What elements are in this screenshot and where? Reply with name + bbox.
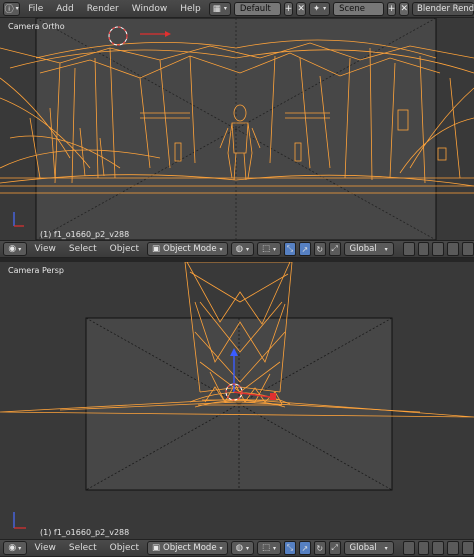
- remove-screen-button[interactable]: ✕: [296, 1, 306, 16]
- axis-gizmo: [13, 212, 24, 227]
- viewport-view-label: Camera Persp: [8, 266, 64, 275]
- chevron-down-icon: ▾: [245, 245, 249, 253]
- chevron-down-icon: ▾: [219, 544, 223, 552]
- editor-type-button[interactable]: ⓘ ▾: [3, 1, 21, 16]
- editor-type-button[interactable]: ◉ ▾: [3, 541, 27, 555]
- menu-help[interactable]: Help: [175, 0, 206, 18]
- layer-button[interactable]: [417, 541, 430, 555]
- render-engine-dropdown[interactable]: Blender Render: [412, 1, 474, 16]
- layer-button[interactable]: [432, 541, 445, 555]
- info-icon: ⓘ: [4, 5, 14, 15]
- scene-name: Scene: [339, 3, 366, 14]
- pivot-dropdown[interactable]: ⬚ ▾: [257, 242, 282, 256]
- scene-dropdown[interactable]: ✦ ▾: [308, 1, 331, 16]
- view3d-icon: ◉: [8, 543, 17, 553]
- menu-file[interactable]: File: [23, 0, 48, 18]
- layer-button[interactable]: [417, 242, 430, 256]
- chevron-down-icon: ▾: [18, 544, 22, 552]
- top-3d-viewport[interactable]: Camera Ortho (1) f1_o1660_p2_v288: [0, 18, 474, 240]
- layout-grid-icon: ▦: [212, 3, 221, 14]
- orientation-dropdown[interactable]: Global ▾: [343, 541, 394, 555]
- editor-type-button[interactable]: ◉ ▾: [3, 242, 27, 256]
- scene-field[interactable]: Scene: [333, 1, 384, 16]
- add-screen-button[interactable]: +: [283, 1, 294, 16]
- viewport-object-label: (1) f1_o1660_p2_v288: [40, 230, 130, 239]
- menu-window[interactable]: Window: [127, 0, 173, 18]
- layer-button[interactable]: [447, 242, 460, 256]
- chevron-down-icon: ▾: [384, 245, 388, 253]
- orientation-label: Global: [349, 244, 377, 254]
- render-engine-label: Blender Render: [417, 3, 474, 14]
- screen-layout-dropdown[interactable]: ▦ ▾: [208, 1, 231, 16]
- chevron-down-icon: ▾: [219, 245, 223, 253]
- pivot-icon: ⬚: [262, 543, 271, 553]
- mode-label: Object Mode: [163, 543, 217, 553]
- viewport-view-label: Camera Ortho: [8, 22, 65, 31]
- menu-select[interactable]: Select: [64, 540, 102, 556]
- menu-object[interactable]: Object: [105, 241, 144, 257]
- layer-button[interactable]: [462, 242, 474, 256]
- chevron-down-icon: ▾: [245, 544, 249, 552]
- orientation-dropdown[interactable]: Global ▾: [343, 242, 394, 256]
- orientation-label: Global: [349, 543, 377, 553]
- axis-gizmo: [13, 512, 26, 529]
- pivot-dropdown[interactable]: ⬚ ▾: [257, 541, 282, 555]
- shading-icon: ◍: [235, 244, 243, 254]
- persp-scene-drawing: [0, 262, 474, 529]
- chevron-down-icon: ▾: [18, 245, 22, 253]
- chevron-down-icon: ▾: [323, 5, 327, 12]
- ortho-scene-drawing: [0, 18, 474, 240]
- translate-icon[interactable]: ↗: [298, 541, 311, 555]
- top-view-header: ◉ ▾ View Select Object ▣ Object Mode ▾ ◍…: [0, 240, 474, 258]
- scale-icon[interactable]: ⤢: [328, 541, 341, 555]
- bottom-view-header: ◉ ▾ View Select Object ▣ Object Mode ▾ ◍…: [0, 539, 474, 557]
- mode-label: Object Mode: [163, 244, 217, 254]
- layer-button[interactable]: [432, 242, 445, 256]
- manipulator-toggle-icon[interactable]: ⤡: [284, 242, 296, 256]
- object-mode-icon: ▣: [151, 543, 160, 553]
- chevron-down-icon: ▾: [273, 245, 277, 253]
- manipulator-toggle-icon[interactable]: ⤡: [284, 541, 296, 555]
- info-header: ⓘ ▾ File Add Render Window Help ▦ ▾ Defau…: [0, 0, 474, 18]
- chevron-down-icon: ▾: [384, 544, 388, 552]
- menu-add[interactable]: Add: [51, 0, 78, 18]
- rotate-icon[interactable]: ↻: [313, 242, 326, 256]
- layer-button[interactable]: [447, 541, 460, 555]
- layer-button[interactable]: [402, 541, 415, 555]
- mode-dropdown[interactable]: ▣ Object Mode ▾: [146, 242, 228, 256]
- add-scene-button[interactable]: +: [386, 1, 397, 16]
- screen-layout-name: Default: [239, 3, 271, 14]
- object-mode-icon: ▣: [151, 244, 160, 254]
- chevron-down-icon: ▾: [15, 5, 19, 12]
- menu-object[interactable]: Object: [105, 540, 144, 556]
- shading-dropdown[interactable]: ◍ ▾: [230, 242, 254, 256]
- chevron-down-icon: ▾: [223, 5, 227, 12]
- menu-view[interactable]: View: [30, 540, 61, 556]
- pivot-icon: ⬚: [262, 244, 271, 254]
- viewport-object-label: (1) f1_o1660_p2_v288: [40, 528, 130, 537]
- menu-view[interactable]: View: [30, 241, 61, 257]
- layer-button[interactable]: [402, 242, 415, 256]
- remove-scene-button[interactable]: ✕: [399, 1, 410, 16]
- layer-button[interactable]: [462, 541, 474, 555]
- rotate-icon[interactable]: ↻: [313, 541, 326, 555]
- screen-layout-field[interactable]: Default: [233, 1, 281, 16]
- bottom-3d-viewport[interactable]: Camera Persp (1) f1_o1660_p2_v288: [0, 262, 474, 539]
- shading-dropdown[interactable]: ◍ ▾: [230, 541, 254, 555]
- view3d-icon: ◉: [8, 244, 17, 254]
- mode-dropdown[interactable]: ▣ Object Mode ▾: [146, 541, 228, 555]
- chevron-down-icon: ▾: [273, 544, 277, 552]
- menu-select[interactable]: Select: [64, 241, 102, 257]
- scene-icon: ✦: [312, 3, 321, 14]
- menu-render[interactable]: Render: [82, 0, 124, 18]
- scale-icon[interactable]: ⤢: [328, 242, 341, 256]
- translate-icon[interactable]: ↗: [298, 242, 311, 256]
- shading-icon: ◍: [235, 543, 243, 553]
